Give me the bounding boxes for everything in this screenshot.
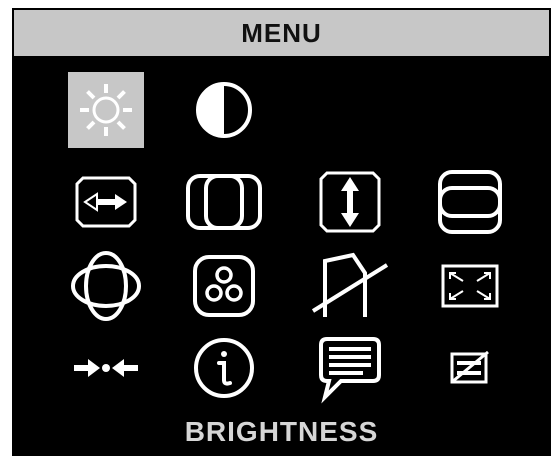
menu-title: MENU [241,17,322,48]
menu-item-information[interactable] [186,330,262,406]
menu-item-horizontal-position[interactable] [68,164,144,240]
sun-icon [80,84,132,136]
menu-item-horizontal-size[interactable] [186,164,262,240]
pincushion-icon [71,251,141,321]
menu-title-bar: MENU [12,8,551,58]
menu-item-brightness[interactable] [68,72,144,148]
rgb-color-icon [193,255,255,317]
menu-item-vertical-size[interactable] [432,164,508,240]
selected-item-label-bar: BRIGHTNESS [12,408,551,456]
menu-item-recall[interactable] [432,330,508,406]
recall-icon [450,350,489,384]
vertical-arrows-icon [319,171,381,233]
zoom-icon [441,264,499,308]
osd-menu: MENU BRIGHTNESS [12,8,551,456]
menu-item-contrast[interactable] [186,72,262,148]
horizontal-arrows-icon [75,176,137,228]
horizontal-size-icon [186,174,262,230]
menu-item-zoom[interactable] [432,248,508,324]
menu-item-trapezoid[interactable] [311,248,389,324]
menu-item-color[interactable] [186,248,262,324]
vertical-size-icon [438,170,502,234]
degauss-icon [74,359,138,377]
trapezoid-icon [311,252,389,317]
menu-item-osd-language[interactable] [312,330,388,406]
info-icon [194,338,254,398]
menu-item-degauss[interactable] [68,330,144,406]
menu-item-pincushion[interactable] [68,248,144,324]
contrast-icon [196,82,252,138]
selected-item-label: BRIGHTNESS [184,416,379,447]
speech-bubble-icon [319,337,381,404]
menu-item-vertical-position[interactable] [312,164,388,240]
